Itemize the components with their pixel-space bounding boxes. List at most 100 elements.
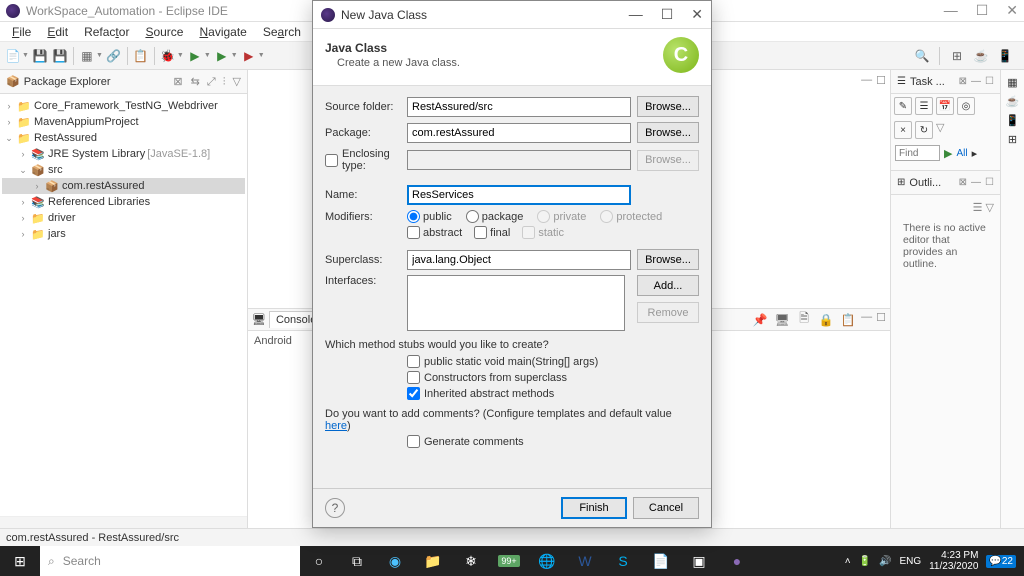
tree-src[interactable]: src — [48, 164, 63, 176]
tree-pkg[interactable]: com.restAssured — [62, 180, 145, 192]
store-icon[interactable]: ❄ — [452, 546, 490, 576]
save-all-icon[interactable]: 💾 — [51, 47, 69, 65]
minimize-console-icon[interactable]: — — [861, 311, 872, 329]
collapse-icon[interactable]: × — [894, 121, 912, 139]
open-console-icon[interactable]: 📋 — [839, 311, 857, 329]
mod-package-radio[interactable]: package — [466, 210, 524, 223]
taskbar-search[interactable]: ⌕ Search — [40, 546, 300, 576]
word-icon[interactable]: W — [566, 546, 604, 576]
start-button[interactable]: ⊞ — [0, 546, 40, 576]
menu-navigate[interactable]: Navigate — [191, 23, 254, 41]
collapse-all-icon[interactable]: ⇆ — [191, 76, 200, 88]
categorize-icon[interactable]: ☰ — [915, 97, 933, 115]
tray-up-icon[interactable]: ˄ — [845, 556, 851, 567]
volume-icon[interactable]: 🔊 — [879, 556, 891, 567]
find-input[interactable] — [895, 145, 940, 161]
menu-edit[interactable]: Edit — [39, 23, 76, 41]
link-editor-icon[interactable]: ⤢ — [207, 76, 216, 88]
link-icon[interactable]: 🔗 — [105, 47, 123, 65]
close-view-icon[interactable]: ⊠ — [173, 75, 182, 88]
persp-icon-4[interactable]: ⊞ — [1008, 133, 1017, 146]
scroll-lock-icon[interactable]: 🔒 — [817, 311, 835, 329]
menu-file[interactable]: File — [4, 23, 39, 41]
gen-comments-check[interactable] — [407, 435, 420, 448]
new-task-icon[interactable]: ✎ — [894, 97, 912, 115]
persp-icon-2[interactable]: ☕ — [1006, 95, 1020, 108]
cancel-button[interactable]: Cancel — [633, 497, 699, 519]
outline-menu-icon[interactable]: ☰ ▽ — [973, 202, 994, 214]
enclosing-type-checkbox[interactable] — [325, 154, 338, 167]
menu-source[interactable]: Source — [137, 23, 191, 41]
launch-mode-icon[interactable]: ▦ — [78, 47, 96, 65]
help-icon[interactable]: ? — [325, 498, 345, 518]
save-icon[interactable]: 💾 — [31, 47, 49, 65]
debug-icon[interactable]: 🐞 — [159, 47, 177, 65]
outline-min-icon[interactable]: — — [971, 177, 981, 188]
package-input[interactable] — [407, 123, 631, 143]
persp-icon-3[interactable]: 📱 — [1006, 114, 1020, 127]
new-icon[interactable]: 📄 — [4, 47, 22, 65]
maximize-console-icon[interactable]: ☐ — [876, 311, 886, 329]
source-folder-input[interactable] — [407, 97, 631, 117]
java-perspective-icon[interactable]: ☕ — [972, 47, 990, 65]
display-console-icon[interactable]: 🖥 — [773, 311, 791, 329]
mod-public-radio[interactable]: public — [407, 210, 452, 223]
cmd-icon[interactable]: ▣ — [680, 546, 718, 576]
hscrollbar[interactable] — [0, 516, 247, 528]
mod-abstract-check[interactable]: abstract — [407, 226, 462, 239]
class-name-input[interactable] — [407, 185, 631, 205]
coverage-icon[interactable]: ▶ — [213, 47, 231, 65]
browse-package-button[interactable]: Browse... — [637, 122, 699, 143]
close-task-view-icon[interactable]: ⊠ — [959, 76, 967, 87]
task-max-icon[interactable]: ☐ — [985, 76, 994, 87]
run-find-icon[interactable]: ▶ — [944, 147, 952, 160]
explorer-icon[interactable]: 📁 — [414, 546, 452, 576]
close-icon[interactable]: ✕ — [1006, 2, 1018, 19]
tree-jars[interactable]: jars — [48, 228, 66, 240]
clear-console-icon[interactable]: 🗎 — [795, 311, 813, 329]
open-perspective-icon[interactable]: ⊞ — [948, 47, 966, 65]
dialog-close-icon[interactable]: ✕ — [691, 6, 703, 23]
find-play-icon[interactable]: ▸ — [972, 147, 978, 160]
tree-project[interactable]: MavenAppiumProject — [34, 116, 139, 128]
chrome-icon[interactable]: 🌐 — [528, 546, 566, 576]
dialog-maximize-icon[interactable]: ☐ — [661, 6, 674, 23]
maximize-view-icon[interactable]: ☐ — [876, 74, 886, 87]
edge-icon[interactable]: ◉ — [376, 546, 414, 576]
minimize-view-icon[interactable]: — — [861, 74, 872, 87]
tree-reflib[interactable]: Referenced Libraries — [48, 196, 150, 208]
persp-icon-1[interactable]: ▦ — [1007, 76, 1017, 89]
schedule-icon[interactable]: 📅 — [936, 97, 954, 115]
run-icon[interactable]: ▶ — [186, 47, 204, 65]
search-icon[interactable]: 🔍 — [913, 47, 931, 65]
menu-search[interactable]: Search — [255, 23, 309, 41]
open-type-icon[interactable]: 📋 — [132, 47, 150, 65]
task-view-icon[interactable]: ⧉ — [338, 546, 376, 576]
interfaces-list[interactable] — [407, 275, 625, 331]
skype-icon[interactable]: S — [604, 546, 642, 576]
view-menu-icon[interactable]: ▽ — [233, 76, 241, 88]
filters-icon[interactable]: ⫶ — [223, 76, 226, 88]
ext-tools-icon[interactable]: ▶ — [240, 47, 258, 65]
stub-inherit-check[interactable]: Inherited abstract methods — [407, 387, 699, 400]
finish-button[interactable]: Finish — [561, 497, 627, 519]
minimize-icon[interactable]: — — [944, 2, 958, 19]
dialog-titlebar[interactable]: New Java Class — ☐ ✕ — [313, 1, 711, 29]
ddms-perspective-icon[interactable]: 📱 — [996, 47, 1014, 65]
battery-icon[interactable]: 🔋 — [859, 556, 871, 567]
eng-icon[interactable]: ENG — [899, 556, 921, 567]
browse-source-button[interactable]: Browse... — [637, 96, 699, 117]
stub-ctors-check[interactable]: Constructors from superclass — [407, 371, 699, 384]
tree-driver[interactable]: driver — [48, 212, 76, 224]
outline-max-icon[interactable]: ☐ — [985, 177, 994, 188]
task-min-icon[interactable]: — — [971, 76, 981, 87]
tree-jre[interactable]: JRE System Library — [48, 148, 145, 160]
add-interface-button[interactable]: Add... — [637, 275, 699, 296]
sync-icon[interactable]: ↻ — [915, 121, 933, 139]
outline-close-icon[interactable]: ⊠ — [959, 177, 967, 188]
maximize-icon[interactable]: ☐ — [976, 2, 989, 19]
tree-project[interactable]: Core_Framework_TestNG_Webdriver — [34, 100, 218, 112]
msgs-icon[interactable]: 99+ — [490, 546, 528, 576]
package-tree[interactable]: ›📁Core_Framework_TestNG_Webdriver ›📁Mave… — [0, 94, 247, 516]
cortana-icon[interactable]: ○ — [300, 546, 338, 576]
